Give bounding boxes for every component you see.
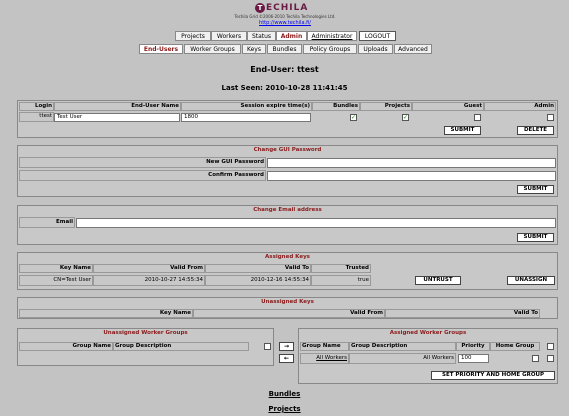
col-login: Login bbox=[19, 102, 54, 111]
col-trusted: Trusted bbox=[311, 264, 371, 273]
email-submit-button[interactable]: SUBMIT bbox=[517, 233, 554, 242]
last-seen: Last Seen: 2010-10-28 11:41:45 bbox=[221, 84, 348, 92]
tab-workers[interactable]: Workers bbox=[211, 31, 247, 41]
col-end-user-name: End-User Name bbox=[54, 102, 181, 111]
techila-logo: T ECHILA bbox=[255, 3, 315, 13]
email-label: Email bbox=[19, 217, 75, 228]
logout-button[interactable]: LOGOUT bbox=[359, 31, 396, 41]
ag-col-group-name: Group Name bbox=[300, 342, 349, 351]
col-bundles: Bundles bbox=[312, 102, 360, 111]
tab-policy-groups[interactable]: Policy Groups bbox=[303, 44, 357, 54]
delete-button[interactable]: DELETE bbox=[517, 126, 554, 135]
valid-to-value: 2010-12-16 14:55:34 bbox=[205, 275, 311, 286]
trusted-value: true bbox=[311, 275, 371, 286]
administrator-user[interactable]: Administrator bbox=[307, 31, 357, 41]
home-group-checkbox[interactable] bbox=[532, 355, 539, 362]
ag-col-home-group: Home Group bbox=[490, 342, 540, 351]
col-valid-to: Valid To bbox=[205, 264, 311, 273]
ag-col-group-description: Group Description bbox=[349, 342, 456, 351]
priority-input[interactable]: 100 bbox=[458, 354, 489, 363]
unassigned-col-valid-to: Valid To bbox=[385, 309, 540, 318]
change-password-title: Change GUI Password bbox=[253, 147, 322, 153]
password-submit-button[interactable]: SUBMIT bbox=[517, 185, 554, 194]
valid-from-value: 2010-10-27 14:55:34 bbox=[93, 275, 205, 286]
assigned-keys-title: Assigned Keys bbox=[265, 254, 310, 260]
login-value: ttest bbox=[19, 112, 54, 122]
unassigned-col-key-name: Key Name bbox=[19, 309, 193, 318]
tab-status[interactable]: Status bbox=[247, 31, 276, 41]
ug-col-group-description: Group Description bbox=[113, 342, 249, 351]
tab-advanced[interactable]: Advanced bbox=[394, 44, 432, 54]
ag-col-priority: Priority bbox=[456, 342, 490, 351]
ug-col-group-name: Group Name bbox=[19, 342, 113, 351]
change-email-title: Change Email address bbox=[253, 207, 322, 213]
col-projects: Projects bbox=[360, 102, 412, 111]
unassign-arrow-button[interactable]: ← bbox=[279, 354, 294, 363]
submit-button[interactable]: SUBMIT bbox=[444, 126, 481, 135]
logo-text: ECHILA bbox=[266, 3, 309, 13]
col-admin: Admin bbox=[484, 102, 556, 111]
new-password-input[interactable] bbox=[267, 158, 556, 168]
set-priority-home-group-button[interactable]: SET PRIORITY AND HOME GROUP bbox=[431, 371, 555, 380]
unassign-button[interactable]: UNASSIGN bbox=[507, 276, 555, 285]
bundles-checkbox[interactable]: ✓ bbox=[350, 114, 357, 121]
group-all-workers-link[interactable]: All Workers bbox=[300, 353, 349, 364]
assign-arrow-button[interactable]: → bbox=[279, 342, 294, 351]
tab-projects[interactable]: Projects bbox=[175, 31, 211, 41]
end-user-name-input[interactable]: Test User bbox=[54, 113, 180, 122]
tab-end-users[interactable]: End-Users bbox=[139, 44, 183, 54]
guest-checkbox[interactable] bbox=[474, 114, 481, 121]
admin-checkbox[interactable] bbox=[547, 114, 554, 121]
assigned-groups-title: Assigned Worker Groups bbox=[389, 330, 467, 336]
key-name-value: CN=Test User bbox=[19, 275, 93, 286]
projects-checkbox[interactable]: ✓ bbox=[402, 114, 409, 121]
page-title: End-User: ttest bbox=[250, 65, 319, 74]
website-link[interactable]: http://www.techila.fi/ bbox=[250, 20, 320, 26]
projects-link[interactable]: Projects bbox=[0, 405, 569, 413]
confirm-password-label: Confirm Password bbox=[19, 170, 266, 181]
new-password-label: New GUI Password bbox=[19, 157, 266, 168]
bundles-link[interactable]: Bundles bbox=[0, 390, 569, 398]
group-select-checkbox[interactable] bbox=[547, 355, 554, 362]
ag-select-all-checkbox[interactable] bbox=[547, 343, 554, 350]
col-guest: Guest bbox=[412, 102, 484, 111]
tab-worker-groups[interactable]: Worker Groups bbox=[184, 44, 241, 54]
session-expire-input[interactable]: 1800 bbox=[181, 113, 311, 122]
col-key-name: Key Name bbox=[19, 264, 93, 273]
logo-mark: T bbox=[255, 3, 265, 13]
ug-select-all-checkbox[interactable] bbox=[264, 343, 271, 350]
tab-bundles[interactable]: Bundles bbox=[267, 44, 302, 54]
email-input[interactable] bbox=[76, 218, 556, 228]
unassigned-keys-title: Unassigned Keys bbox=[261, 299, 314, 305]
col-valid-from: Valid From bbox=[93, 264, 205, 273]
col-session-expire: Session expire time(s) bbox=[181, 102, 312, 111]
unassigned-col-valid-from: Valid From bbox=[193, 309, 385, 318]
tab-keys[interactable]: Keys bbox=[242, 44, 266, 54]
unassigned-groups-title: Unassigned Worker Groups bbox=[103, 330, 188, 336]
tab-admin[interactable]: Admin bbox=[276, 31, 307, 41]
group-description-value: All Workers bbox=[349, 353, 456, 364]
untrust-button[interactable]: UNTRUST bbox=[415, 276, 461, 285]
confirm-password-input[interactable] bbox=[267, 171, 556, 181]
tab-uploads[interactable]: Uploads bbox=[358, 44, 393, 54]
copyright-tagline: Techila Grid ©2006-2010 Techila Technolo… bbox=[234, 14, 336, 19]
